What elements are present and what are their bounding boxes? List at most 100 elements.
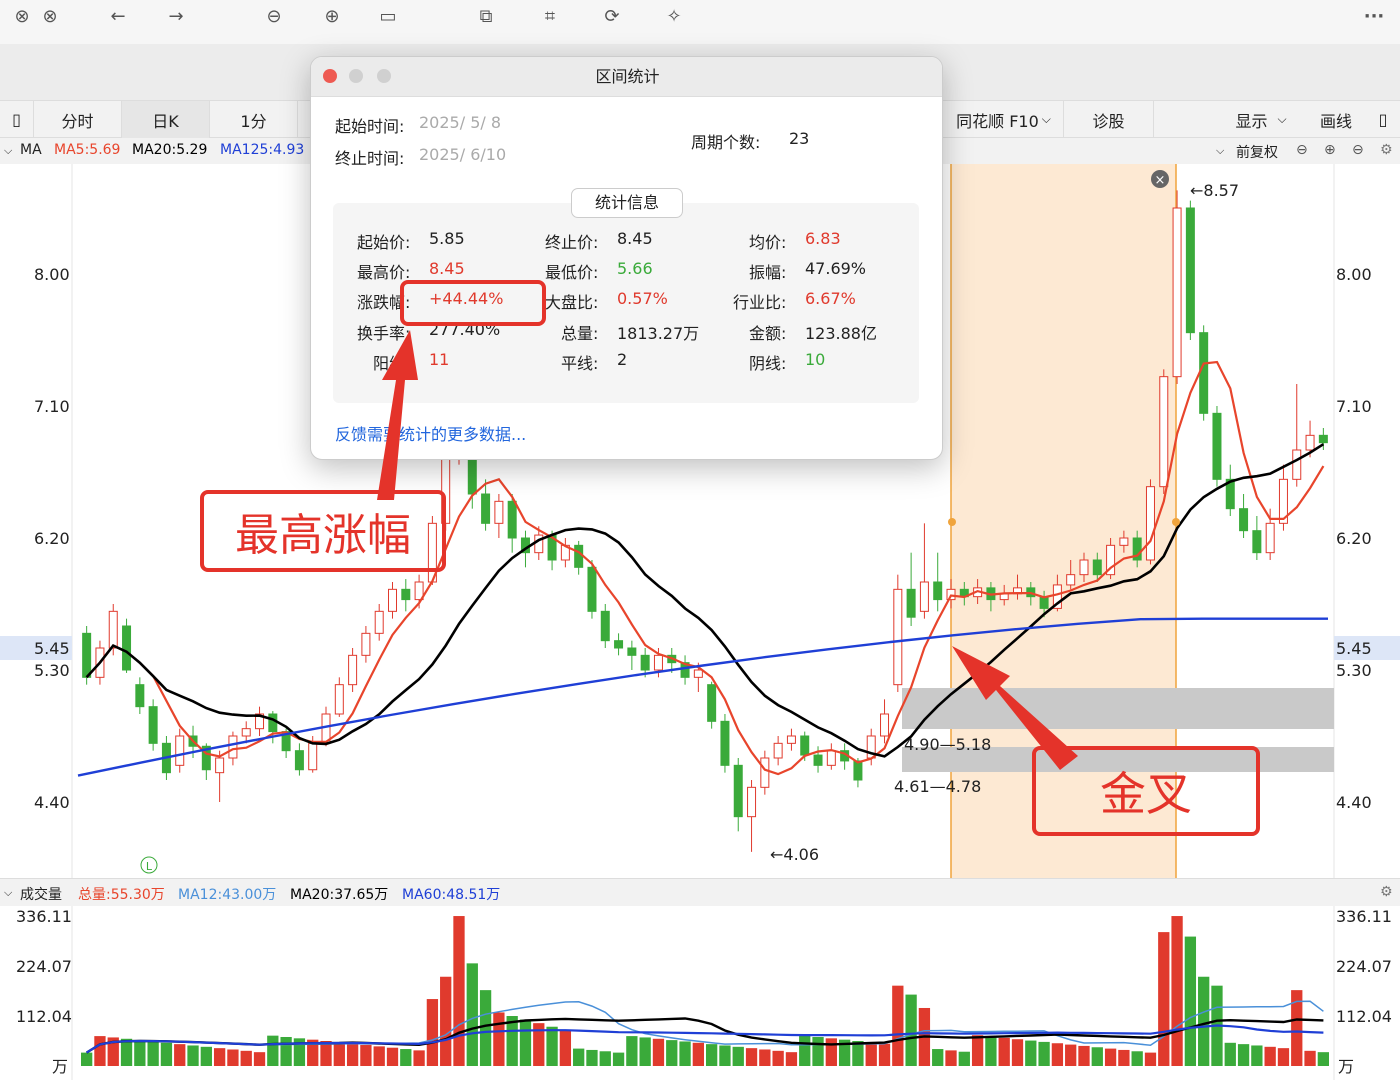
gear-icon[interactable]: ⚙ bbox=[1380, 884, 1393, 900]
tab-f10[interactable]: 同花顺 F10 ⌵ bbox=[944, 101, 1064, 138]
transform-icon[interactable]: ⧉ bbox=[472, 4, 500, 28]
candle-body bbox=[720, 720, 730, 766]
volume-bar bbox=[479, 990, 492, 1066]
magic-icon[interactable]: ✧ bbox=[660, 4, 688, 28]
more-icon[interactable]: ··· bbox=[1360, 4, 1388, 28]
volume-bar bbox=[985, 1036, 997, 1066]
app-toolbar: ⊗ ⊗ ← → ⊖ ⊕ ▭ ⧉ ⌗ ⟳ ✧ ··· bbox=[0, 0, 1400, 44]
volume-bar bbox=[1158, 932, 1170, 1066]
tab-daily-k[interactable]: 日K bbox=[122, 101, 210, 138]
plus-circle-icon[interactable]: ⊕ bbox=[1324, 142, 1336, 158]
volume-chart[interactable]: 336.11 336.11 224.07 224.07 112.04 112.04 万 万 bbox=[0, 906, 1400, 1080]
start-time-value[interactable]: 2025/ 5/ 8 bbox=[419, 113, 501, 132]
volume-bar bbox=[453, 916, 465, 1066]
volume-bar bbox=[1304, 1050, 1316, 1066]
zoom-out-icon[interactable]: ⊖ bbox=[260, 4, 288, 28]
minus-circle-icon[interactable]: ⊖ bbox=[1352, 142, 1364, 158]
candle-body bbox=[880, 713, 890, 737]
candle-body bbox=[587, 566, 597, 612]
candle-body bbox=[1292, 449, 1302, 480]
stat-label: 阳线: bbox=[373, 354, 411, 373]
stats-section-tab[interactable]: 统计信息 bbox=[571, 188, 683, 218]
display-dropdown[interactable]: 显示 ⌵ bbox=[1216, 101, 1306, 138]
tab-diagnose[interactable]: 诊股 bbox=[1064, 101, 1154, 138]
period-count-label: 周期个数: bbox=[691, 133, 761, 152]
volume-bar bbox=[160, 1042, 173, 1066]
volume-bar bbox=[998, 1037, 1010, 1066]
end-time-value[interactable]: 2025/ 6/10 bbox=[419, 145, 506, 164]
stat-label: 金额: bbox=[749, 324, 787, 343]
zoom-window-button[interactable] bbox=[377, 69, 391, 83]
close-circle-icon[interactable]: ⊗ bbox=[36, 4, 64, 28]
candle-body bbox=[1185, 207, 1195, 334]
sidebar-toggle-icon[interactable]: ▯ bbox=[0, 101, 34, 138]
close-window-button[interactable] bbox=[323, 69, 337, 83]
volume-bar bbox=[905, 994, 917, 1066]
candle-body bbox=[1172, 207, 1182, 378]
volume-bar bbox=[346, 1043, 359, 1066]
candle-body bbox=[1119, 537, 1129, 546]
display-label: 显示 bbox=[1235, 111, 1268, 131]
chevron-down-icon[interactable]: ⌵ bbox=[1216, 144, 1224, 158]
volume-indicator-bar: ⌵ 成交量 总量:55.30万 MA12:43.00万 MA20:37.65万 … bbox=[0, 878, 1400, 906]
volume-bar bbox=[586, 1049, 598, 1066]
gear-icon[interactable]: ⚙ bbox=[1380, 142, 1393, 158]
vol-tick-right: 112.04 bbox=[1336, 1007, 1392, 1026]
candle-body bbox=[640, 654, 650, 671]
zoom-in-icon[interactable]: ⊕ bbox=[318, 4, 346, 28]
volume-bar bbox=[134, 1040, 146, 1066]
volume-bar bbox=[81, 1052, 93, 1066]
collapse-chevron-icon[interactable]: ⌵ bbox=[4, 886, 12, 900]
collapse-chevron-icon[interactable]: ⌵ bbox=[4, 144, 12, 158]
volume-bar bbox=[945, 1050, 957, 1066]
candle-body bbox=[294, 750, 304, 771]
fit-icon[interactable]: ▭ bbox=[374, 4, 402, 28]
volume-bar bbox=[759, 1049, 771, 1066]
price-tick-left: 6.20 bbox=[34, 529, 70, 548]
volume-ma20: MA20:37.65万 bbox=[290, 887, 389, 903]
candle-body bbox=[653, 654, 663, 671]
start-time-label: 起始时间: bbox=[335, 117, 405, 136]
price-tick-right: 7.10 bbox=[1336, 397, 1372, 416]
vol-tick-left: 336.11 bbox=[16, 907, 72, 926]
stat-label: 平线: bbox=[561, 354, 599, 373]
volume-bar bbox=[386, 1047, 399, 1066]
volume-bar bbox=[333, 1042, 345, 1066]
volume-bar bbox=[1171, 916, 1183, 1066]
candle-body bbox=[1199, 332, 1209, 414]
volume-bar bbox=[147, 1041, 159, 1066]
candle-body bbox=[1066, 574, 1076, 586]
minus-circle-icon[interactable]: ⊖ bbox=[1296, 142, 1308, 158]
tab-1min[interactable]: 1分 bbox=[210, 101, 298, 138]
draw-button[interactable]: 画线 bbox=[1306, 101, 1366, 138]
stat-value: 5.85 bbox=[429, 229, 465, 248]
volume-bar bbox=[692, 1042, 704, 1066]
stat-label: 起始价: bbox=[357, 233, 411, 252]
minimize-window-button[interactable] bbox=[349, 69, 363, 83]
volume-bar bbox=[1118, 1049, 1130, 1066]
candle-body bbox=[215, 757, 225, 774]
volume-bar bbox=[679, 1041, 691, 1066]
candle-body bbox=[614, 640, 624, 649]
feedback-link[interactable]: 反馈需要统计的更多数据... bbox=[335, 421, 526, 445]
rights-label[interactable]: 前复权 bbox=[1236, 142, 1278, 162]
candle-body bbox=[747, 786, 757, 818]
close-circle-icon[interactable]: ⊗ bbox=[8, 4, 36, 28]
volume-bar bbox=[546, 1026, 558, 1066]
candle-body bbox=[334, 684, 344, 715]
tab-intraday[interactable]: 分时 bbox=[34, 101, 122, 138]
panel-toggle-icon[interactable]: ▯ bbox=[1366, 101, 1400, 138]
candle-body bbox=[308, 742, 318, 771]
stat-value: 123.88亿 bbox=[805, 324, 877, 343]
volume-bar bbox=[626, 1036, 638, 1066]
interval-stats-dialog: 区间统计 起始时间: 2025/ 5/ 8 终止时间: 2025/ 6/10 周… bbox=[310, 56, 943, 460]
low-annotation: ←4.06 bbox=[770, 845, 819, 864]
rotate-icon[interactable]: ⟳ bbox=[598, 4, 626, 28]
l-marker-label: L bbox=[146, 860, 153, 873]
crop-icon[interactable]: ⌗ bbox=[536, 4, 564, 28]
candle-body bbox=[906, 588, 916, 618]
arrow-left-icon[interactable]: ← bbox=[104, 4, 132, 28]
volume-bar bbox=[200, 1046, 212, 1066]
candle-body bbox=[122, 625, 132, 671]
arrow-right-icon[interactable]: → bbox=[162, 4, 190, 28]
